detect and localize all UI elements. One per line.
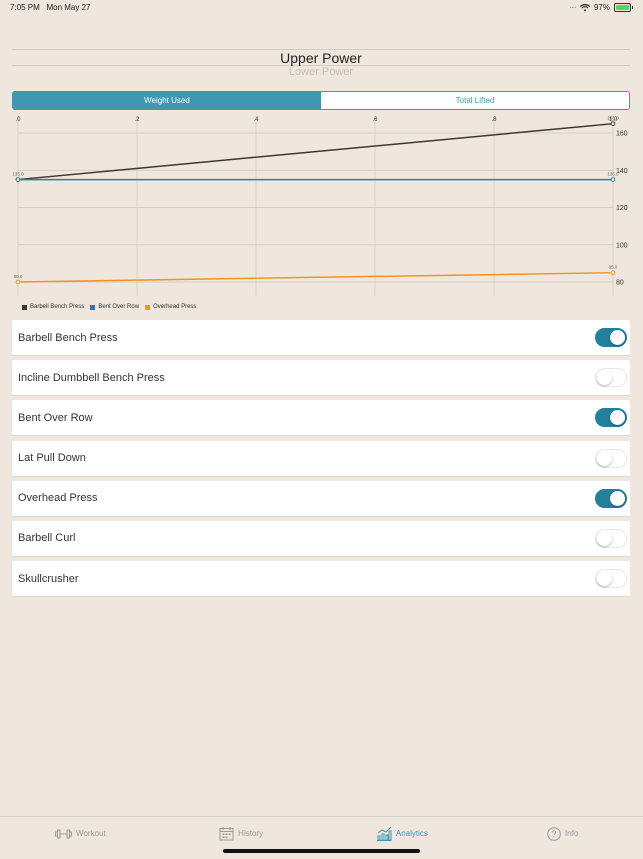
battery-percent: 97% [593, 3, 610, 12]
picker-next-routine[interactable]: Lower Power [12, 66, 630, 78]
exercise-row: Skullcrusher [12, 561, 630, 597]
status-indicators: ···· 97% [569, 3, 633, 12]
exercise-toggle[interactable] [595, 488, 627, 508]
weight-line-chart: .0.2.4.6.8 1.080100120140160165.0135.0 135… [12, 116, 628, 296]
exercise-row: Barbell Bench Press [12, 320, 630, 355]
status-time: 7:05 PM Mon May 27 [10, 3, 91, 12]
exercise-name: Bent Over Row [18, 411, 93, 424]
exercise-toggle[interactable] [595, 569, 627, 589]
chart-legend: Barbell Bench Press Bent Over Row Overhead… [22, 304, 196, 310]
battery-level [616, 5, 629, 10]
calendar-icon [219, 827, 234, 841]
question-icon: ? [547, 826, 561, 841]
legend-label: Barbell Bench Press [30, 304, 85, 310]
chart-series-line [17, 122, 614, 181]
chart-x-tick-label: .4 [253, 117, 259, 123]
exercise-row: Bent Over Row [12, 400, 630, 436]
battery-cap [632, 6, 633, 9]
chart-series-line [17, 271, 614, 283]
home-indicator [223, 849, 420, 853]
legend-swatch [22, 304, 27, 310]
chart-y-tick-label: 160 [616, 131, 628, 138]
chart-data-point [15, 177, 21, 182]
routine-picker[interactable]: Upper Power Lower Power [12, 46, 630, 80]
tab-label: Workout [76, 829, 106, 838]
status-bar: 7:05 PM Mon May 27 ···· 97% [0, 0, 643, 16]
picker-selected-routine[interactable]: Upper Power [12, 50, 630, 66]
tab-label: Analytics [395, 829, 428, 838]
toggle-knob [610, 330, 625, 345]
chart-data-label: 80.0 [14, 274, 23, 279]
exercise-toggle[interactable] [595, 368, 627, 388]
chart-x-tick-label: .2 [134, 117, 140, 123]
chart-x-tick-label: .8 [491, 117, 497, 123]
chart-icon [376, 826, 392, 841]
exercise-list: Barbell Bench Press Incline Dumbbell Ben… [12, 320, 630, 601]
metric-segmented-control[interactable]: Weight Used Total Lifted [12, 91, 630, 110]
exercise-row: Incline Dumbbell Bench Press [12, 360, 630, 396]
exercise-name: Skullcrusher [18, 572, 79, 585]
exercise-toggle[interactable] [595, 328, 627, 347]
exercise-name: Barbell Curl [18, 532, 76, 545]
dumbbell-icon [55, 829, 73, 838]
chart-data-point [610, 177, 616, 182]
exercise-row: Barbell Curl [12, 520, 630, 556]
tab-label: History [238, 829, 264, 838]
wifi-icon [579, 3, 590, 11]
chart-y-tick-label: 80 [616, 280, 624, 287]
exercise-row: Overhead Press [12, 480, 630, 516]
exercise-name: Lat Pull Down [18, 452, 86, 465]
toggle-knob [610, 490, 625, 506]
legend-label: Overhead Press [153, 304, 197, 310]
status-date: Mon May 27 [46, 3, 91, 12]
exercise-name: Incline Dumbbell Bench Press [18, 371, 165, 384]
exercise-toggle[interactable] [595, 448, 627, 468]
svg-text:?: ? [551, 829, 556, 839]
toggle-knob [597, 450, 612, 466]
chart-x-tick-label: .6 [372, 117, 378, 123]
legend-swatch [90, 304, 96, 310]
chart-data-label: 135.0 [12, 172, 24, 177]
exercise-row: Lat Pull Down [12, 440, 630, 476]
legend-item: Bent Over Row [90, 304, 139, 310]
toggle-knob [597, 370, 612, 386]
chart-y-tick-label: 120 [616, 205, 628, 212]
status-clock: 7:05 PM [10, 3, 40, 12]
segment-weight-used[interactable]: Weight Used [13, 92, 321, 109]
chart-data-point [15, 279, 21, 285]
chart-data-point [610, 121, 616, 126]
tab-label: Info [564, 829, 579, 838]
exercise-name: Overhead Press [18, 492, 98, 505]
chart-data-label: 85.0 [609, 265, 618, 270]
legend-item: Barbell Bench Press [22, 304, 84, 310]
exercise-toggle[interactable] [595, 528, 627, 548]
chart-data-label: 135.0 [607, 172, 619, 177]
legend-swatch [145, 304, 151, 310]
legend-item: Overhead Press [145, 304, 196, 310]
toggle-knob [597, 530, 612, 546]
segment-total-lifted[interactable]: Total Lifted [321, 92, 629, 109]
toggle-knob [610, 410, 625, 426]
more-dots-icon: ···· [569, 3, 577, 12]
chart-data-point [610, 270, 616, 275]
chart-x-tick-label: .0 [15, 117, 21, 123]
chart-data-label: 165.0 [607, 116, 619, 121]
chart-y-tick-label: 100 [616, 242, 628, 249]
tab-info[interactable]: ? Info [482, 817, 643, 859]
tab-workout[interactable]: Workout [0, 817, 161, 859]
toggle-knob [597, 571, 612, 587]
exercise-toggle[interactable] [595, 408, 627, 428]
legend-label: Bent Over Row [98, 304, 140, 310]
battery-icon [614, 3, 631, 12]
exercise-name: Barbell Bench Press [18, 331, 118, 344]
